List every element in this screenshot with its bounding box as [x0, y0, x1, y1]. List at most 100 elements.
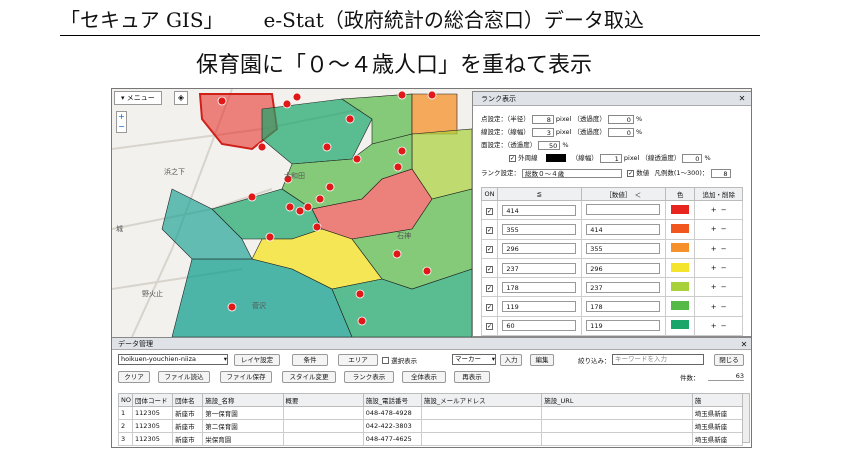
add-button[interactable]: + [709, 303, 719, 311]
column-header[interactable]: NO [117, 393, 134, 407]
rank-color-swatch[interactable] [671, 223, 690, 233]
rank-low-input[interactable]: 119 [502, 301, 577, 313]
filter-input[interactable]: キーワードを入力 [612, 354, 704, 365]
rank-low-input[interactable]: 296 [502, 243, 577, 255]
outline-width-input[interactable]: 1 [599, 154, 622, 163]
add-button[interactable]: + [709, 225, 719, 233]
column-header[interactable]: 施設_電話番号 [362, 393, 422, 407]
values-checkbox[interactable]: ✓ [627, 170, 635, 177]
table-row[interactable]: 1 112305 新座市 第一保育園 048-478-4928 埼玉県新座 [117, 406, 744, 420]
remove-button[interactable]: − [719, 283, 729, 291]
add-button[interactable]: + [709, 283, 719, 291]
zoom-out-button[interactable]: − [117, 122, 126, 132]
redraw-button[interactable]: 再表示 [454, 371, 490, 383]
rank-on-checkbox[interactable]: ✓ [485, 265, 493, 273]
remove-button[interactable]: − [719, 303, 729, 311]
show-all-button[interactable]: 全体表示 [402, 371, 446, 383]
area-alpha-input[interactable]: 50 [538, 141, 561, 150]
pct-label: % [704, 154, 711, 162]
close-icon[interactable]: ✕ [737, 94, 747, 104]
condition-button[interactable]: 条件 [292, 354, 328, 366]
remove-button[interactable]: − [719, 264, 729, 272]
file-read-button[interactable]: ファイル読込 [158, 371, 210, 383]
rank-color-swatch[interactable] [671, 262, 690, 272]
layers-icon[interactable]: ◈ [174, 91, 188, 105]
layer-settings-button[interactable]: レイヤ設定 [234, 354, 280, 366]
rank-low-cell: 60 [496, 315, 582, 336]
layer-select[interactable]: hoikuen-youchien-niiza ▾ [118, 354, 228, 365]
rank-high-input[interactable]: 296 [586, 262, 661, 274]
close-button[interactable]: 閉じる [714, 354, 744, 366]
file-save-button[interactable]: ファイル保存 [220, 371, 272, 383]
rank-high-input[interactable] [586, 203, 661, 215]
rank-on-checkbox[interactable]: ✓ [485, 323, 493, 331]
rank-high-input[interactable]: 414 [586, 223, 661, 235]
rank-on-checkbox[interactable]: ✓ [485, 284, 493, 292]
column-header[interactable]: 施 [691, 393, 744, 407]
add-button[interactable]: + [709, 206, 719, 214]
map-menu-button[interactable]: ▾ メニュー [114, 91, 162, 105]
select-display-checkbox[interactable] [382, 357, 389, 364]
rank-high-input[interactable]: 355 [586, 243, 661, 255]
edit-button[interactable]: 編集 [530, 354, 554, 366]
rank-field-select[interactable]: 総数０～４歳 [522, 169, 623, 178]
rank-color-swatch[interactable] [671, 281, 690, 291]
close-icon[interactable]: ✕ [739, 340, 749, 350]
input-button[interactable]: 入力 [500, 354, 522, 366]
rank-low-input[interactable]: 414 [502, 204, 577, 216]
column-header[interactable]: 団体名 [172, 393, 204, 407]
column-header[interactable]: 施設_メールアドレス [420, 393, 543, 407]
column-header[interactable]: 団体コード [132, 393, 174, 407]
rank-on-checkbox[interactable]: ✓ [485, 207, 493, 215]
zoom-in-button[interactable]: + [117, 112, 126, 122]
remove-button[interactable]: − [719, 245, 729, 253]
point-alpha-input[interactable]: 0 [607, 115, 634, 124]
add-button[interactable]: + [709, 264, 719, 272]
table-scrollbar[interactable] [742, 393, 750, 443]
remove-button[interactable]: − [719, 225, 729, 233]
legend-count-input[interactable]: 8 [710, 169, 731, 178]
rank-low-input[interactable]: 178 [502, 281, 577, 293]
rank-color-swatch[interactable] [671, 243, 690, 253]
line-width-input[interactable]: 3 [531, 128, 554, 137]
map-label: 城 [116, 225, 123, 233]
add-button[interactable]: + [709, 322, 719, 330]
table-cell: 112305 [132, 406, 174, 420]
rank-add-remove-cell: +− [694, 238, 743, 259]
remove-button[interactable]: − [719, 322, 729, 330]
rank-row: ✓ 355 414 + − [481, 219, 743, 240]
style-change-button[interactable]: スタイル変更 [282, 371, 336, 383]
table-row[interactable]: 3 112305 新座市 栄保育園 048-477-4625 埼玉県新座 [117, 432, 744, 446]
marker-select[interactable]: マーカー ▾ [452, 354, 496, 365]
rank-on-checkbox[interactable]: ✓ [485, 246, 493, 254]
rank-high-input[interactable]: 237 [586, 281, 661, 293]
area-button[interactable]: エリア [338, 354, 378, 366]
rank-display-button[interactable]: ランク表示 [344, 371, 394, 383]
select-display-toggle[interactable]: 選択表示 [382, 355, 417, 365]
column-header[interactable]: 施設_URL [541, 393, 693, 407]
rank-low-input[interactable]: 355 [502, 223, 577, 235]
rank-low-input[interactable]: 60 [502, 320, 577, 332]
line-alpha-input[interactable]: 0 [607, 128, 634, 137]
rank-high-input[interactable]: 119 [586, 320, 661, 332]
rank-on-checkbox[interactable]: ✓ [485, 304, 493, 312]
rank-low-input[interactable]: 237 [502, 262, 577, 274]
rank-color-swatch[interactable] [671, 204, 690, 214]
rank-table: ON ≦ ［数値］ ＜ 色 追加・削除 ✓ 414 + − ✓ 355 414 + − ✓ 296 3… [481, 187, 743, 336]
remove-button[interactable]: − [719, 206, 729, 214]
rank-color-swatch[interactable] [671, 320, 690, 330]
point-radius-input[interactable]: 8 [531, 115, 554, 124]
column-header[interactable]: 概要 [282, 393, 364, 407]
outline-color-swatch[interactable] [545, 154, 566, 162]
rank-on-checkbox[interactable]: ✓ [485, 226, 493, 234]
outline-checkbox[interactable]: ✓ [509, 155, 516, 162]
column-header[interactable]: 施設_名称 [202, 393, 284, 407]
clear-button[interactable]: クリア [118, 371, 150, 383]
table-row[interactable]: 2 112305 新座市 第二保育園 042-422-3803 埼玉県新座 [117, 419, 744, 433]
add-button[interactable]: + [709, 245, 719, 253]
outline-alpha-input[interactable]: 0 [682, 154, 703, 163]
map-view[interactable]: ▾ メニュー ◈ + − 浜之下 大和田 城 石神 野火止 菅沢 ランク表示 ✕… [112, 89, 751, 337]
rank-high-input[interactable]: 178 [586, 301, 661, 313]
rank-color-swatch[interactable] [671, 301, 690, 311]
rank-row: ✓ 178 237 + − [481, 277, 743, 298]
